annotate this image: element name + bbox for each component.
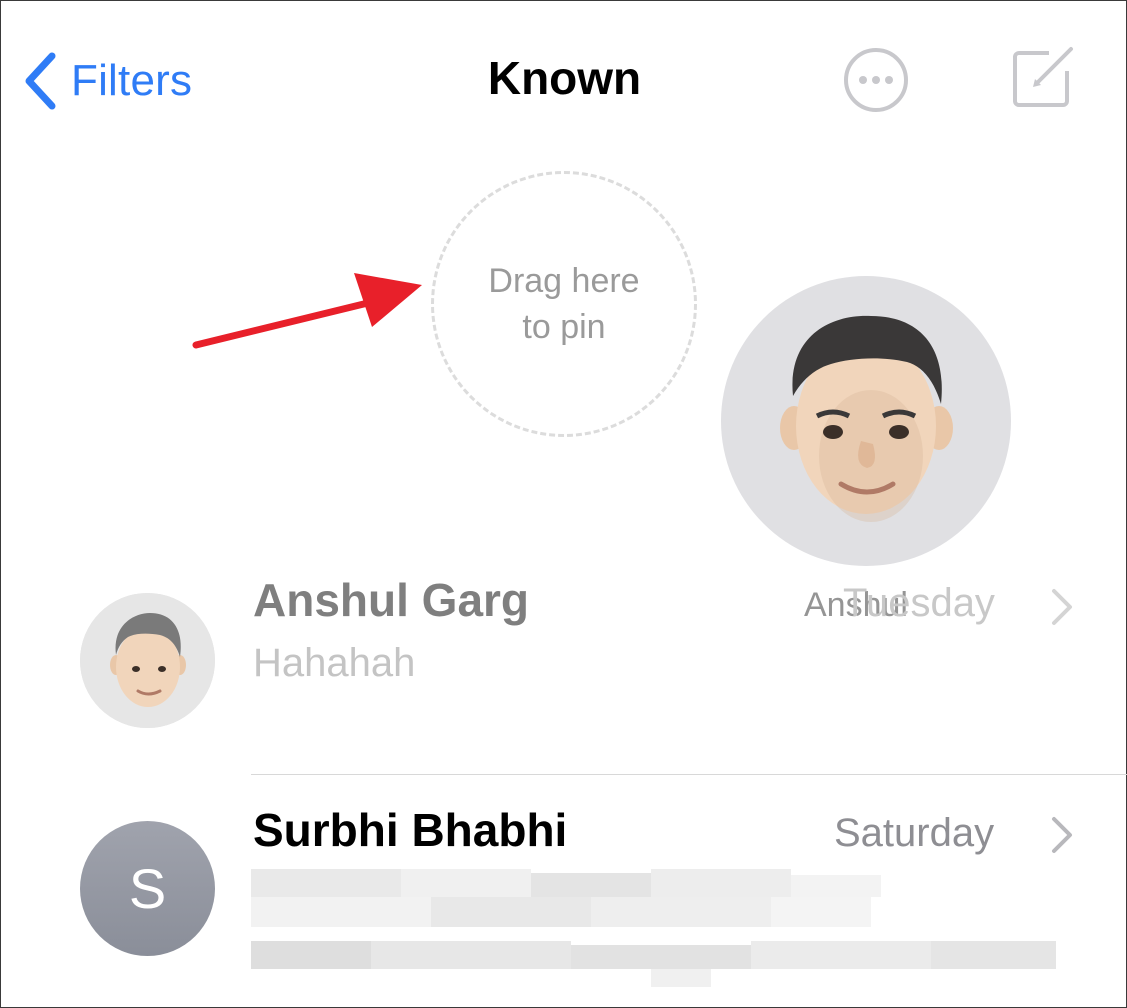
compose-icon [1013,47,1073,107]
conversation-preview: Hahahah [253,641,416,685]
conversation-date: Tuesday [843,581,995,625]
memoji-avatar-icon [80,593,215,728]
compose-button[interactable] [1009,41,1079,111]
conversation-date: Saturday [834,811,995,855]
pin-zone-line1: Drag here [488,262,640,300]
conversation-name[interactable]: Surbhi Bhabhi [253,803,567,857]
row-divider [251,774,1127,775]
conversation-name[interactable]: Anshul Garg [253,573,529,627]
redacted-message-preview [251,869,1056,991]
page-title: Known [487,52,642,104]
chevron-right-icon [1052,817,1072,853]
avatar-initial: S [128,857,167,920]
chevron-right-icon [1052,589,1072,625]
ellipsis-circle-icon [844,48,908,112]
pin-drop-zone[interactable]: Drag here to pin [431,171,697,437]
avatar: S [80,821,215,956]
more-options-button[interactable] [843,47,909,113]
avatar [80,593,215,728]
pin-zone-line2: to pin [522,308,606,346]
dragged-conversation-avatar[interactable] [721,276,1011,566]
memoji-avatar-icon [780,315,953,522]
annotation-arrow-icon [192,273,422,349]
